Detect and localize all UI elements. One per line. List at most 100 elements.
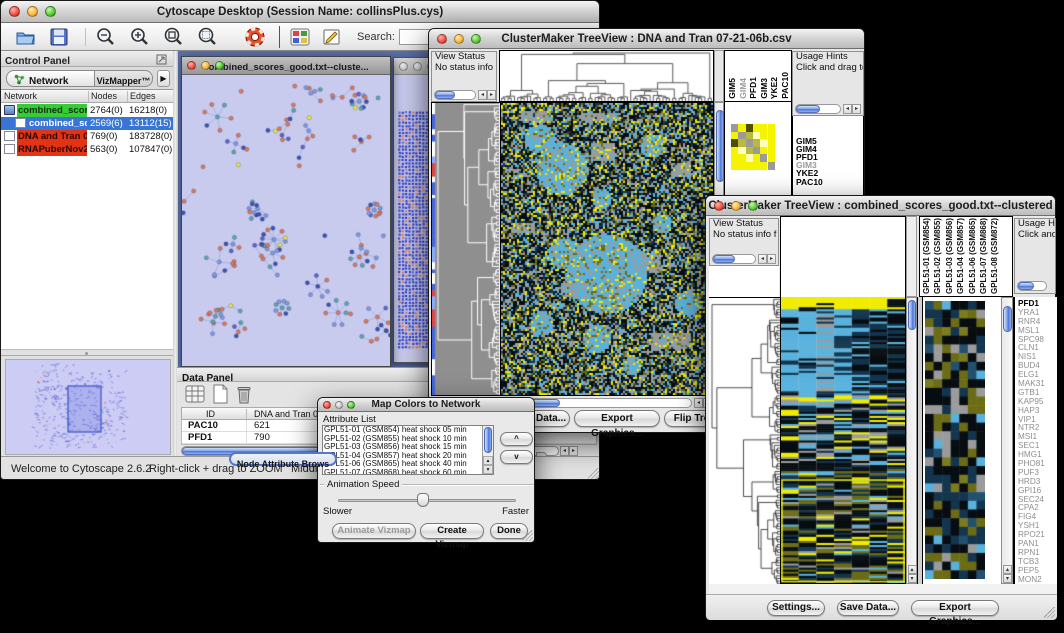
open-folder-icon[interactable]	[15, 27, 37, 47]
zoom-selected-icon[interactable]	[163, 27, 185, 47]
matrix-cell[interactable]	[746, 154, 753, 162]
save-data--button[interactable]: Save Data...	[837, 600, 899, 616]
treeview2-titlebar[interactable]: ClusterMaker TreeView : combined_scores_…	[706, 196, 1055, 216]
matrix-cell[interactable]	[731, 147, 738, 155]
tv2-row-dendrogram[interactable]	[709, 298, 780, 585]
tv2-heatmap-vscrollbar[interactable]: ▴ ▾	[906, 297, 917, 584]
tab-network[interactable]: Network	[6, 70, 95, 87]
tv1-column-label[interactable]: GIM5	[727, 78, 737, 99]
dialog-close-button[interactable]	[323, 401, 331, 409]
tv1-minimize-button[interactable]	[454, 34, 464, 44]
panel-splitter[interactable]	[1, 349, 173, 356]
matrix-cell[interactable]	[738, 139, 745, 147]
dialog-resize-grip[interactable]	[522, 530, 533, 541]
matrix-cell[interactable]	[738, 162, 745, 170]
vizmapper-icon[interactable]	[289, 27, 311, 47]
network-table-header[interactable]: Network Nodes Edges	[1, 90, 173, 103]
matrix-cell[interactable]	[738, 147, 745, 155]
annotation-icon[interactable]	[321, 27, 343, 47]
gene-label[interactable]: MON2	[1018, 576, 1057, 584]
tv1-column-label[interactable]: YKE2	[769, 77, 779, 99]
matrix-cell[interactable]	[760, 154, 767, 162]
matrix-cell[interactable]	[731, 132, 738, 140]
matrix-cell[interactable]	[746, 147, 753, 155]
tv1-zoom-button[interactable]	[471, 34, 481, 44]
tv2-close-button[interactable]	[714, 201, 724, 211]
matrix-cell[interactable]	[768, 124, 775, 132]
move-up-button[interactable]: ^	[500, 432, 533, 446]
tv2-column-labels[interactable]: GPL51-01 (GSM854)GPL51-02 (GSM855)GPL51-…	[919, 216, 1013, 297]
tv1-usage-hints-scrollbar[interactable]	[795, 104, 863, 114]
create-vizmap-button[interactable]: Create Vizmap	[420, 523, 484, 539]
attribute-listbox[interactable]: GPL51-01 (GSM854) heat shock 05 minGPL51…	[322, 425, 494, 475]
tv2-column-label[interactable]: GPL51-01 (GSM854)	[922, 218, 931, 294]
tv2-zoom-button[interactable]	[748, 201, 758, 211]
tv2-column-label[interactable]: GPL51-07 (GSM868)	[979, 218, 988, 294]
tv2-column-label[interactable]: GPL51-06 (GSM865)	[968, 218, 977, 294]
attribute-item[interactable]: GPL51-07 (GSM868) heat shock 60 min	[324, 469, 467, 475]
matrix-cell[interactable]	[753, 162, 760, 170]
matrix-cell[interactable]	[760, 124, 767, 132]
treeview1-titlebar[interactable]: ClusterMaker TreeView : DNA and Tran 07-…	[429, 29, 864, 49]
zoom-button[interactable]	[45, 6, 56, 17]
matrix-cell[interactable]	[738, 132, 745, 140]
tv1-heatmap[interactable]	[501, 103, 713, 395]
zoom-in-icon[interactable]	[129, 27, 151, 47]
tv1-close-button[interactable]	[437, 34, 447, 44]
tv2-usage-hints-scrollbar[interactable]	[1017, 281, 1055, 291]
settings--button[interactable]: Settings...	[767, 600, 825, 616]
table-grid-icon[interactable]	[185, 385, 205, 403]
matrix-cell[interactable]	[746, 124, 753, 132]
network-overview-canvas[interactable]	[5, 359, 171, 455]
main-resize-grip[interactable]	[588, 468, 599, 479]
matrix-cell[interactable]	[746, 132, 753, 140]
network-row[interactable]: DNA and Tran 07769(0)183728(0)	[1, 130, 173, 143]
matrix-cell[interactable]	[760, 162, 767, 170]
matrix-cell[interactable]	[753, 139, 760, 147]
tv2-zoom-heatmap[interactable]	[925, 301, 985, 579]
tv2-view-status-scrollbar[interactable]	[712, 254, 778, 264]
matrix-cell[interactable]	[753, 147, 760, 155]
more-tabs-button[interactable]: ▶	[157, 70, 170, 87]
tv1-matrix-label[interactable]: PAC10	[796, 177, 823, 187]
node-attribute-browser-tab[interactable]: Node Attribute Brows	[229, 452, 337, 466]
export-graphics--button[interactable]: Export Graphics...	[574, 410, 660, 427]
zoom-out-icon[interactable]	[95, 27, 117, 47]
view1-close-button[interactable]	[187, 61, 196, 70]
matrix-cell[interactable]	[768, 162, 775, 170]
export-graphics--button[interactable]: Export Graphics...	[911, 600, 999, 616]
view1-zoom-button[interactable]	[215, 61, 224, 70]
tv1-column-label[interactable]: GIM4	[738, 78, 748, 99]
animate-vizmap-button[interactable]: Animate Vizmap	[332, 523, 416, 539]
minimize-button[interactable]	[27, 6, 38, 17]
matrix-cell[interactable]	[753, 132, 760, 140]
close-button[interactable]	[9, 6, 20, 17]
matrix-cell[interactable]	[760, 139, 767, 147]
tv2-gene-list[interactable]: PFD1YRA1RNR4MSL1SPC98CLN1NIS1BUD4ELG1MAK…	[1013, 297, 1057, 584]
tv1-column-labels[interactable]: GIM5GIM4PFD1GIM3YKE2PAC10	[724, 50, 792, 102]
network-view-window-1[interactable]: combined_scores_good.txt--cluste...	[181, 56, 391, 367]
matrix-cell[interactable]	[768, 132, 775, 140]
tv1-row-dendrogram[interactable]	[432, 103, 499, 395]
tv2-minimize-button[interactable]	[731, 201, 741, 211]
matrix-cell[interactable]	[746, 162, 753, 170]
help-lifering-icon[interactable]	[244, 26, 266, 48]
tv2-resize-grip[interactable]	[1044, 607, 1055, 618]
tv2-heatmap[interactable]	[781, 297, 905, 583]
slider-thumb[interactable]	[417, 493, 429, 507]
matrix-cell[interactable]	[731, 162, 738, 170]
view1-minimize-button[interactable]	[201, 61, 210, 70]
attribute-list-scrollbar[interactable]: ▴ ▾	[482, 426, 493, 474]
network-row[interactable]: combined_scores2764(0)16218(0)	[1, 104, 173, 117]
zoom-fit-icon[interactable]	[197, 27, 219, 47]
network-view-1-canvas[interactable]	[182, 75, 390, 366]
tv1-view-status-scrollbar[interactable]	[434, 90, 496, 100]
tv1-column-label[interactable]: GIM3	[759, 78, 769, 99]
matrix-cell[interactable]	[768, 139, 775, 147]
tab-vizmapper[interactable]: VizMapper™	[95, 70, 153, 87]
tv2-column-label[interactable]: GPL51-08 (GSM872)	[990, 218, 999, 294]
network-row[interactable]: combined_sco2569(6)13112(15)	[1, 117, 173, 130]
main-titlebar[interactable]: Cytoscape Desktop (Session Name: collins…	[1, 1, 599, 23]
matrix-cell[interactable]	[738, 154, 745, 162]
trash-icon[interactable]	[235, 384, 253, 404]
